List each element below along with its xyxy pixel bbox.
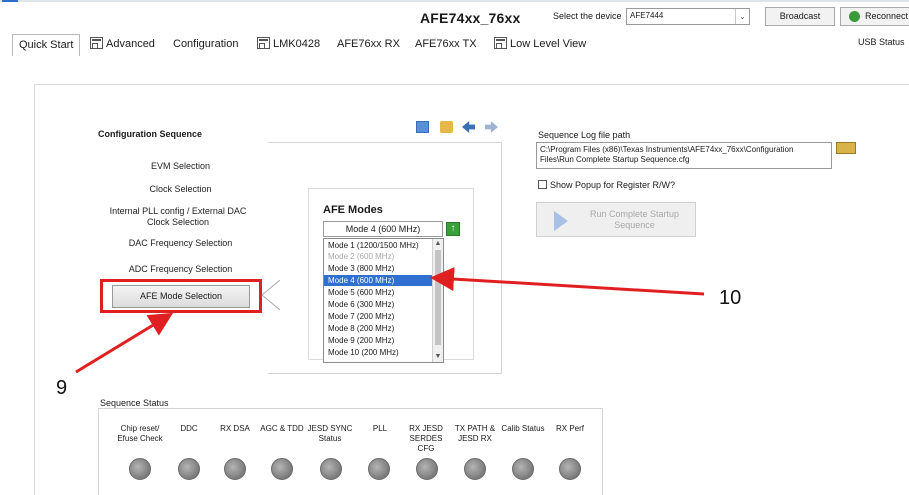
highlight-box	[100, 279, 262, 313]
panel-icon	[257, 37, 270, 49]
afe-mode-option[interactable]: Mode 8 (200 MHz)	[324, 323, 433, 334]
top-accent	[2, 0, 18, 2]
status-led	[464, 458, 486, 480]
status-label: RX DSA	[220, 424, 250, 433]
status-label: Chip reset/ Efuse Check	[117, 424, 163, 443]
sequence-log-label: Sequence Log file path	[538, 130, 631, 140]
list-icon	[494, 37, 507, 49]
status-led	[368, 458, 390, 480]
afe-mode-option[interactable]: Mode 10 (200 MHz)	[324, 347, 433, 358]
callout-10: 10	[719, 287, 742, 309]
clock-selection[interactable]: Clock Selection	[98, 184, 263, 195]
tab-label: AFE76xx RX	[337, 38, 400, 50]
status-led	[320, 458, 342, 480]
status-led	[271, 458, 293, 480]
tab-label: Advanced	[106, 38, 155, 50]
status-label: JESD SYNC Status	[307, 424, 353, 443]
status-led	[224, 458, 246, 480]
panel-icon	[90, 37, 103, 49]
play-icon	[554, 211, 568, 231]
run-startup-sequence-button[interactable]: Run Complete Startup Sequence	[536, 202, 696, 237]
checkbox-icon[interactable]	[538, 180, 547, 189]
scroll-up-icon[interactable]: ▲	[433, 239, 443, 249]
tab-label: AFE76xx TX	[415, 38, 477, 50]
tab-advanced[interactable]: Advanced	[90, 34, 155, 56]
config-sequence-title: Configuration Sequence	[98, 129, 203, 139]
status-led	[512, 458, 534, 480]
broadcast-button[interactable]: Broadcast	[765, 7, 835, 26]
show-popup-checkbox[interactable]: Show Popup for Register R/W?	[538, 180, 675, 190]
status-led	[129, 458, 151, 480]
status-label: RX JESD SERDES CFG	[409, 424, 443, 453]
status-label: Calib Status	[501, 424, 545, 433]
show-popup-label: Show Popup for Register R/W?	[550, 180, 676, 190]
status-led	[178, 458, 200, 480]
afe-mode-option[interactable]: Mode 5 (600 MHz)	[324, 287, 433, 298]
device-value: AFE7444	[630, 11, 664, 20]
folder-open-icon[interactable]	[836, 142, 856, 154]
sequence-status-box	[98, 408, 603, 495]
status-label: AGC & TDD	[260, 424, 304, 433]
status-label: TX PATH & JESD RX	[454, 424, 496, 443]
afe-mode-option-selected[interactable]: Mode 4 (600 MHz)	[324, 275, 433, 286]
dac-frequency-selection[interactable]: DAC Frequency Selection	[98, 238, 263, 249]
tab-quick-start[interactable]: Quick Start	[12, 34, 81, 56]
tab-bar: Quick Start Advanced Configuration LMK04…	[0, 34, 909, 56]
top-border	[0, 0, 909, 2]
pll-config-selection[interactable]: Internal PLL config / External DAC Clock…	[98, 206, 258, 228]
device-select[interactable]: AFE7444 ⌄	[626, 8, 750, 25]
scroll-down-icon[interactable]: ▼	[433, 352, 443, 362]
run-label: Run Complete Startup Sequence	[589, 209, 680, 230]
adc-frequency-selection[interactable]: ADC Frequency Selection	[98, 264, 263, 275]
afe-modes-title: AFE Modes	[323, 204, 383, 216]
evm-selection[interactable]: EVM Selection	[98, 161, 263, 172]
status-label: RX Perf	[555, 424, 584, 433]
afe-mode-option[interactable]: Mode 7 (200 MHz)	[324, 311, 433, 322]
scroll-thumb[interactable]	[435, 250, 441, 345]
tab-lmk0428[interactable]: LMK0428	[257, 34, 320, 56]
connector-lines	[261, 280, 281, 310]
app-title: AFE74xx_76xx	[420, 10, 521, 26]
reconnect-icon	[849, 11, 860, 22]
tab-label: Configuration	[173, 38, 239, 50]
tab-afe76xx-rx[interactable]: AFE76xx RX	[337, 34, 400, 56]
afe-mode-option[interactable]: Mode 2 (600 MHz)	[324, 251, 433, 262]
afe-mode-select[interactable]: Mode 4 (600 MHz)	[323, 221, 443, 237]
tab-label: Low Level View	[510, 38, 587, 50]
afe-mode-option[interactable]: Mode 9 (200 MHz)	[324, 335, 433, 346]
tab-configuration[interactable]: Configuration	[173, 34, 238, 56]
sequence-status-label: Sequence Status	[100, 398, 169, 408]
status-led	[559, 458, 581, 480]
device-label: Select the device	[553, 11, 622, 21]
status-label: DDC	[180, 424, 198, 433]
status-led	[416, 458, 438, 480]
tab-afe76xx-tx[interactable]: AFE76xx TX	[415, 34, 477, 56]
tab-low-level-view[interactable]: Low Level View	[494, 34, 586, 56]
reconnect-button[interactable]: Reconnect	[840, 7, 909, 26]
chevron-down-icon[interactable]: ⌄	[735, 9, 749, 24]
afe-list-scrollbar[interactable]: ▲ ▼	[432, 239, 443, 362]
afe-mode-option[interactable]: Mode 1 (1200/1500 MHz)	[324, 240, 433, 251]
reconnect-label: Reconnect	[865, 11, 909, 21]
afe-mode-option[interactable]: Mode 6 (300 MHz)	[324, 299, 433, 310]
status-label: PLL	[372, 424, 388, 433]
save-icon[interactable]	[416, 121, 429, 133]
tab-label: LMK0428	[273, 38, 321, 50]
folder-open-icon[interactable]	[440, 121, 453, 133]
sequence-log-path-field[interactable]: C:\Program Files (x86)\Texas Instruments…	[536, 142, 832, 169]
afe-mode-option[interactable]: Mode 3 (800 MHz)	[324, 263, 433, 274]
arrow-up-icon[interactable]: ↑	[446, 222, 460, 236]
usb-status: USB Status	[858, 37, 905, 47]
callout-9: 9	[56, 377, 68, 399]
tab-label: Quick Start	[19, 39, 74, 51]
afe-mode-list[interactable]: Mode 1 (1200/1500 MHz) Mode 2 (600 MHz) …	[323, 238, 444, 363]
